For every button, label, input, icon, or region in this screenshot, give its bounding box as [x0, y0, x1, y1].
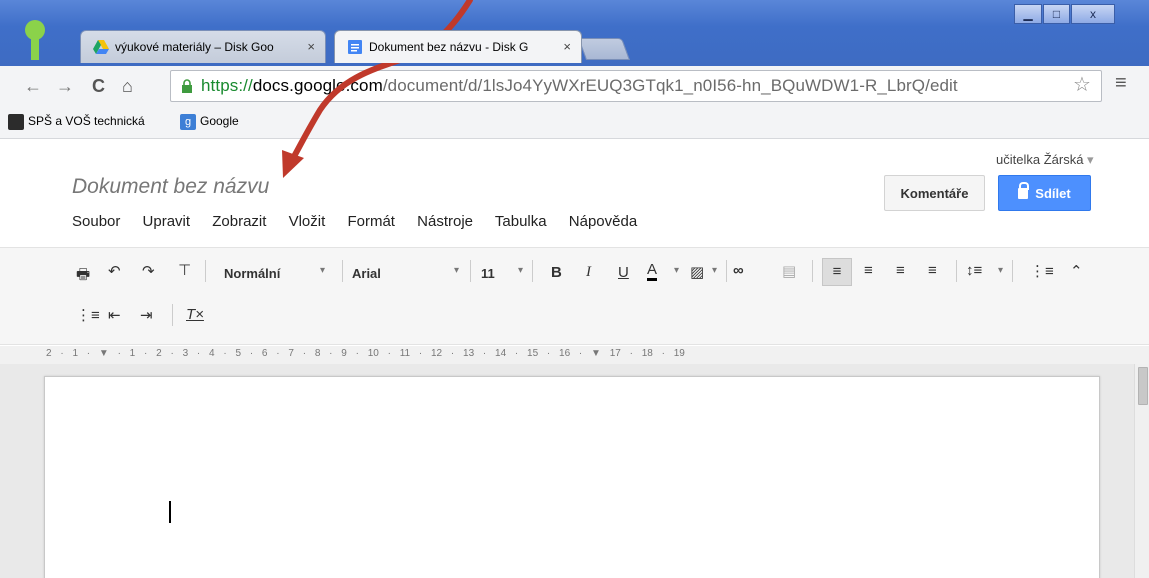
- align-left-icon[interactable]: ≡: [822, 258, 852, 286]
- bold-icon[interactable]: B: [551, 264, 562, 281]
- document-page[interactable]: [44, 376, 1100, 578]
- bulleted-list-icon[interactable]: ⋮≡: [76, 306, 100, 324]
- menu-item[interactable]: Nápověda: [569, 213, 637, 230]
- highlight-color-icon[interactable]: ▨: [690, 263, 704, 281]
- bookmarks-bar: SPŠ a VOŠ technická g Google: [0, 108, 1149, 139]
- tab-drive[interactable]: výukové materiály – Disk Goo ×: [80, 30, 326, 63]
- share-button[interactable]: Sdílet: [998, 175, 1091, 211]
- underline-icon[interactable]: U: [618, 264, 629, 281]
- docs-app: učitelka Žárská ▾ Dokument bez názvu Sou…: [0, 139, 1149, 578]
- document-title[interactable]: Dokument bez názvu: [72, 175, 269, 199]
- comments-button[interactable]: Komentáře: [884, 175, 985, 211]
- divider: [342, 260, 343, 282]
- numbered-list-icon[interactable]: ⋮≡: [1030, 262, 1054, 280]
- document-canvas: [0, 364, 1149, 578]
- lock-icon: [182, 79, 192, 93]
- text-color-icon[interactable]: A: [647, 262, 658, 281]
- vertical-scrollbar[interactable]: [1134, 364, 1149, 578]
- editing-toolbar: 🖶 ↶ ↷ ⊤ Normální ▾ Arial ▾ 11 ▾ B I U A …: [0, 247, 1149, 345]
- comment-icon[interactable]: ▤: [782, 262, 796, 280]
- text-cursor: [169, 501, 171, 523]
- menu-item[interactable]: Zobrazit: [212, 213, 266, 230]
- reload-icon[interactable]: C: [92, 76, 105, 97]
- scrollbar-thumb[interactable]: [1138, 367, 1148, 405]
- line-spacing-icon[interactable]: ↕≡: [966, 262, 982, 279]
- menu-item[interactable]: Tabulka: [495, 213, 547, 230]
- back-icon[interactable]: ←: [24, 76, 42, 97]
- minimize-button[interactable]: ▁: [1014, 4, 1042, 24]
- divider: [726, 260, 727, 282]
- chevron-down-icon[interactable]: ▾: [320, 265, 325, 276]
- menu-item[interactable]: Soubor: [72, 213, 120, 230]
- decrease-indent-icon[interactable]: ⇤: [108, 306, 121, 324]
- close-window-button[interactable]: x: [1071, 4, 1115, 24]
- new-tab-button[interactable]: [577, 38, 631, 60]
- collapse-toolbar-icon[interactable]: ⌃: [1070, 262, 1083, 280]
- divider: [172, 304, 173, 326]
- user-account[interactable]: učitelka Žárská ▾: [996, 152, 1094, 168]
- tab-title: Dokument bez názvu - Disk G: [369, 40, 529, 54]
- divider: [812, 260, 813, 282]
- google-drive-icon: [93, 40, 109, 54]
- clear-formatting-icon[interactable]: T×: [186, 306, 204, 323]
- style-select[interactable]: Normální: [224, 266, 280, 281]
- forward-icon[interactable]: →: [56, 76, 74, 97]
- divider: [470, 260, 471, 282]
- lock-icon: [1018, 182, 1030, 199]
- menu-item[interactable]: Upravit: [143, 213, 191, 230]
- chevron-down-icon: ▾: [1087, 152, 1094, 167]
- ruler: 2 · 1 · ▼ · 1 · 2 · 3 · 4 · 5 · 6 · 7 · …: [0, 346, 1149, 364]
- google-icon: g: [180, 114, 196, 130]
- bookmark-star-icon[interactable]: ☆: [1073, 72, 1091, 97]
- link-icon[interactable]: ∞: [733, 262, 744, 279]
- divider: [205, 260, 206, 282]
- font-select[interactable]: Arial: [352, 266, 381, 281]
- docs-menu-bar: Soubor Upravit Zobrazit Vložit Formát Ná…: [72, 213, 655, 230]
- address-bar[interactable]: https://docs.google.com/document/d/1lsJo…: [170, 70, 1102, 102]
- tab-title: výukové materiály – Disk Goo: [115, 40, 274, 54]
- chevron-down-icon[interactable]: ▾: [674, 265, 679, 276]
- tab-close-icon[interactable]: ×: [307, 39, 315, 54]
- undo-icon[interactable]: ↶: [108, 262, 121, 280]
- menu-item[interactable]: Nástroje: [417, 213, 473, 230]
- tab-close-icon[interactable]: ×: [563, 39, 571, 54]
- ruler-scale: 2 · 1 · ▼ · 1 · 2 · 3 · 4 · 5 · 6 · 7 · …: [46, 348, 685, 359]
- chevron-down-icon[interactable]: ▾: [712, 265, 717, 276]
- align-right-icon[interactable]: ≡: [896, 262, 905, 279]
- google-docs-icon: [348, 40, 362, 54]
- maximize-button[interactable]: □: [1043, 4, 1070, 24]
- divider: [532, 260, 533, 282]
- align-center-icon[interactable]: ≡: [864, 262, 873, 279]
- title-bar: výukové materiály – Disk Goo × Dokument …: [0, 0, 1149, 66]
- paint-format-icon[interactable]: ⊤: [178, 261, 191, 279]
- font-size-select[interactable]: 11: [481, 266, 495, 281]
- browser-window: výukové materiály – Disk Goo × Dokument …: [0, 0, 1149, 578]
- url-text: https://docs.google.com/document/d/1lsJo…: [201, 76, 958, 95]
- chevron-down-icon[interactable]: ▾: [998, 265, 1003, 276]
- chevron-down-icon[interactable]: ▾: [454, 265, 459, 276]
- italic-icon[interactable]: I: [586, 264, 591, 281]
- redo-icon[interactable]: ↷: [142, 262, 155, 280]
- print-icon[interactable]: 🖶: [76, 264, 90, 289]
- bookmark-item[interactable]: g Google: [180, 114, 239, 130]
- increase-indent-icon[interactable]: ⇥: [140, 306, 153, 324]
- align-justify-icon[interactable]: ≡: [928, 262, 937, 279]
- divider: [956, 260, 957, 282]
- bookmark-item[interactable]: SPŠ a VOŠ technická: [8, 114, 145, 130]
- profile-avatar-icon[interactable]: [24, 20, 46, 60]
- chevron-down-icon[interactable]: ▾: [518, 265, 523, 276]
- menu-item[interactable]: Vložit: [289, 213, 326, 230]
- home-icon[interactable]: ⌂: [122, 76, 133, 97]
- school-icon: [8, 114, 24, 130]
- divider: [1012, 260, 1013, 282]
- browser-menu-icon[interactable]: ≡: [1115, 72, 1127, 95]
- tab-document[interactable]: Dokument bez názvu - Disk G ×: [334, 30, 582, 63]
- menu-item[interactable]: Formát: [347, 213, 395, 230]
